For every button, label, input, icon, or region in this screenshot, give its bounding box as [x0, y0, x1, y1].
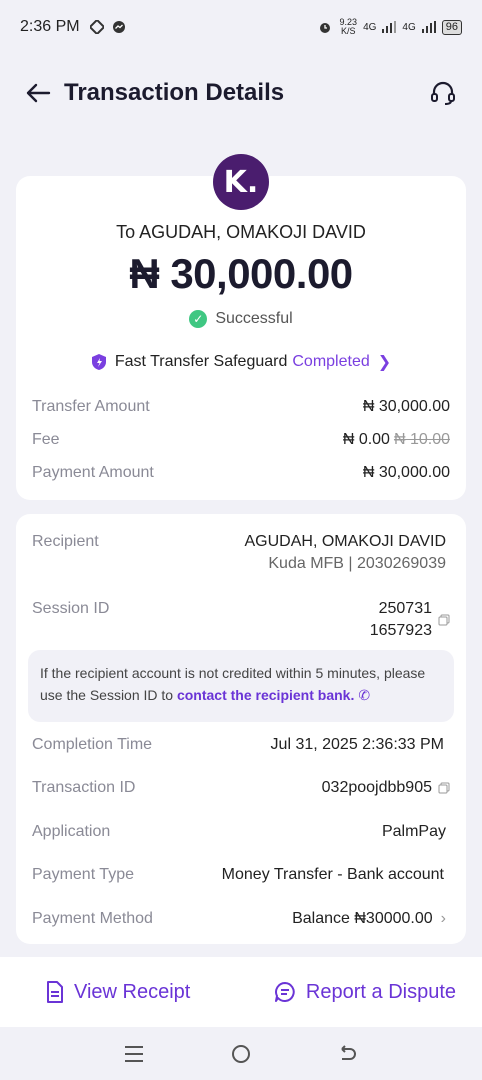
check-circle-icon: ✓ — [189, 310, 208, 328]
safeguard-label: Fast Transfer Safeguard — [114, 353, 288, 370]
payment-type-row: Payment Type Money Transfer - Bank accou… — [32, 866, 444, 884]
payment-type-value: Money Transfer - Bank account — [221, 866, 444, 883]
menu-icon — [124, 1045, 143, 1062]
fee-label: Fee — [32, 431, 60, 448]
transfer-amount-value: ₦ 30,000.00 — [362, 398, 450, 415]
report-dispute-button[interactable]: Report a Dispute — [274, 981, 456, 1004]
fee-value: ₦ 0.00 — [342, 431, 390, 448]
chevron-right-icon: ❯ — [377, 354, 392, 371]
app-header: Transaction Details — [0, 66, 482, 120]
session-id-line1: 250731 — [378, 600, 432, 617]
recipient-name: AGUDAH, OMAKOJI DAVID — [244, 533, 446, 550]
payment-method-label: Payment Method — [32, 910, 153, 927]
safeguard-status: Completed — [292, 353, 370, 370]
signal-icon — [382, 21, 397, 33]
action-bar: View Receipt Report a Dispute — [0, 957, 482, 1027]
signal-icon — [421, 21, 436, 33]
session-id-line2: 1657923 — [369, 622, 432, 639]
view-receipt-button[interactable]: View Receipt — [46, 981, 190, 1004]
completion-time-label: Completion Time — [32, 736, 153, 753]
home-circle-icon — [231, 1044, 250, 1063]
payment-method-value: Balance ₦30000.00 — [292, 910, 433, 927]
fee-row: Fee ₦ 0.00 ₦ 10.00 — [32, 431, 450, 449]
completion-time-value: Jul 31, 2025 2:36:33 PM — [270, 736, 444, 753]
document-icon — [47, 981, 63, 1003]
application-label: Application — [32, 823, 111, 840]
home-button[interactable] — [226, 1039, 256, 1069]
fee-original-value: ₦ 10.00 — [393, 431, 450, 448]
contact-bank-link[interactable]: contact the recipient bank. — [177, 687, 354, 703]
headset-icon — [431, 81, 455, 105]
copy-icon[interactable] — [438, 614, 450, 626]
transaction-id-value: 032poojdbb905 — [321, 779, 432, 796]
customer-support-button[interactable] — [428, 78, 458, 108]
copy-icon[interactable] — [438, 782, 450, 794]
back-button[interactable] — [24, 79, 52, 107]
system-nav-bar — [0, 1027, 482, 1080]
recipient-row: Recipient AGUDAH, OMAKOJI DAVID Kuda MFB… — [32, 531, 446, 575]
alarm-icon — [319, 23, 330, 33]
session-notice: If the recipient account is not credited… — [28, 650, 454, 722]
completion-time-row: Completion Time Jul 31, 2025 2:36:33 PM — [32, 736, 444, 754]
transfer-amount-label: Transfer Amount — [32, 398, 150, 415]
payment-method-value-group: Balance ₦30000.00 › — [292, 910, 446, 928]
report-dispute-label: Report a Dispute — [305, 980, 456, 1003]
application-row: Application PalmPay — [32, 823, 446, 841]
transaction-amount: ₦ 30,000.00 — [129, 250, 353, 297]
bank-logo: K. — [213, 154, 269, 210]
payment-method-row[interactable]: Payment Method Balance ₦30000.00 › — [32, 910, 446, 928]
session-id-row: Session ID 250731 1657923 — [32, 598, 450, 642]
payment-amount-value: ₦ 30,000.00 — [362, 464, 450, 481]
application-value: PalmPay — [381, 823, 446, 840]
chat-bubble-icon — [274, 982, 295, 1002]
transaction-id-label: Transaction ID — [32, 779, 136, 796]
status-text: Successful — [215, 310, 293, 327]
app-notification-icon — [89, 20, 104, 34]
fee-value-group: ₦ 0.00 ₦ 10.00 — [343, 431, 450, 449]
battery-indicator: 96 — [441, 19, 462, 35]
status-time: 2:36 PM — [20, 18, 80, 35]
payment-amount-row: Payment Amount ₦ 30,000.00 — [32, 464, 450, 482]
shield-icon — [91, 354, 106, 370]
recipient-value: AGUDAH, OMAKOJI DAVID Kuda MFB | 2030269… — [244, 531, 446, 575]
recipient-bank: Kuda MFB | 2030269039 — [268, 555, 446, 572]
chevron-right-icon: › — [440, 910, 446, 927]
view-receipt-label: View Receipt — [74, 980, 191, 1003]
signal-label-2: 4G — [402, 21, 416, 33]
payment-type-label: Payment Type — [32, 866, 134, 883]
phone-icon: ✆ — [358, 687, 371, 703]
return-icon — [341, 1044, 357, 1060]
signal-label-1: 4G — [363, 21, 377, 33]
net-speed-unit: K/S — [341, 26, 356, 36]
net-speed: 9.23 K/S — [340, 18, 358, 36]
transaction-id-row: Transaction ID 032poojdbb905 — [32, 779, 450, 797]
transaction-status: ✓ Successful — [0, 310, 482, 328]
back-arrow-icon — [26, 83, 51, 103]
session-id-value[interactable]: 250731 1657923 — [370, 598, 450, 642]
status-bar: 2:36 PM 9.23 K/S 4G 4G 96 — [0, 0, 482, 54]
transaction-id-value-group[interactable]: 032poojdbb905 — [322, 779, 450, 797]
safeguard-row[interactable]: Fast Transfer Safeguard Completed ❯ — [0, 352, 482, 372]
payment-amount-label: Payment Amount — [32, 464, 154, 481]
recipient-label: Recipient — [32, 533, 99, 550]
transfer-amount-row: Transfer Amount ₦ 30,000.00 — [32, 398, 450, 416]
recipient-line: To AGUDAH, OMAKOJI DAVID — [116, 222, 366, 242]
messenger-icon — [112, 21, 125, 33]
back-nav-button[interactable] — [333, 1039, 363, 1069]
page-title: Transaction Details — [64, 79, 285, 106]
recent-apps-button[interactable] — [119, 1039, 149, 1069]
session-id-label: Session ID — [32, 600, 110, 617]
